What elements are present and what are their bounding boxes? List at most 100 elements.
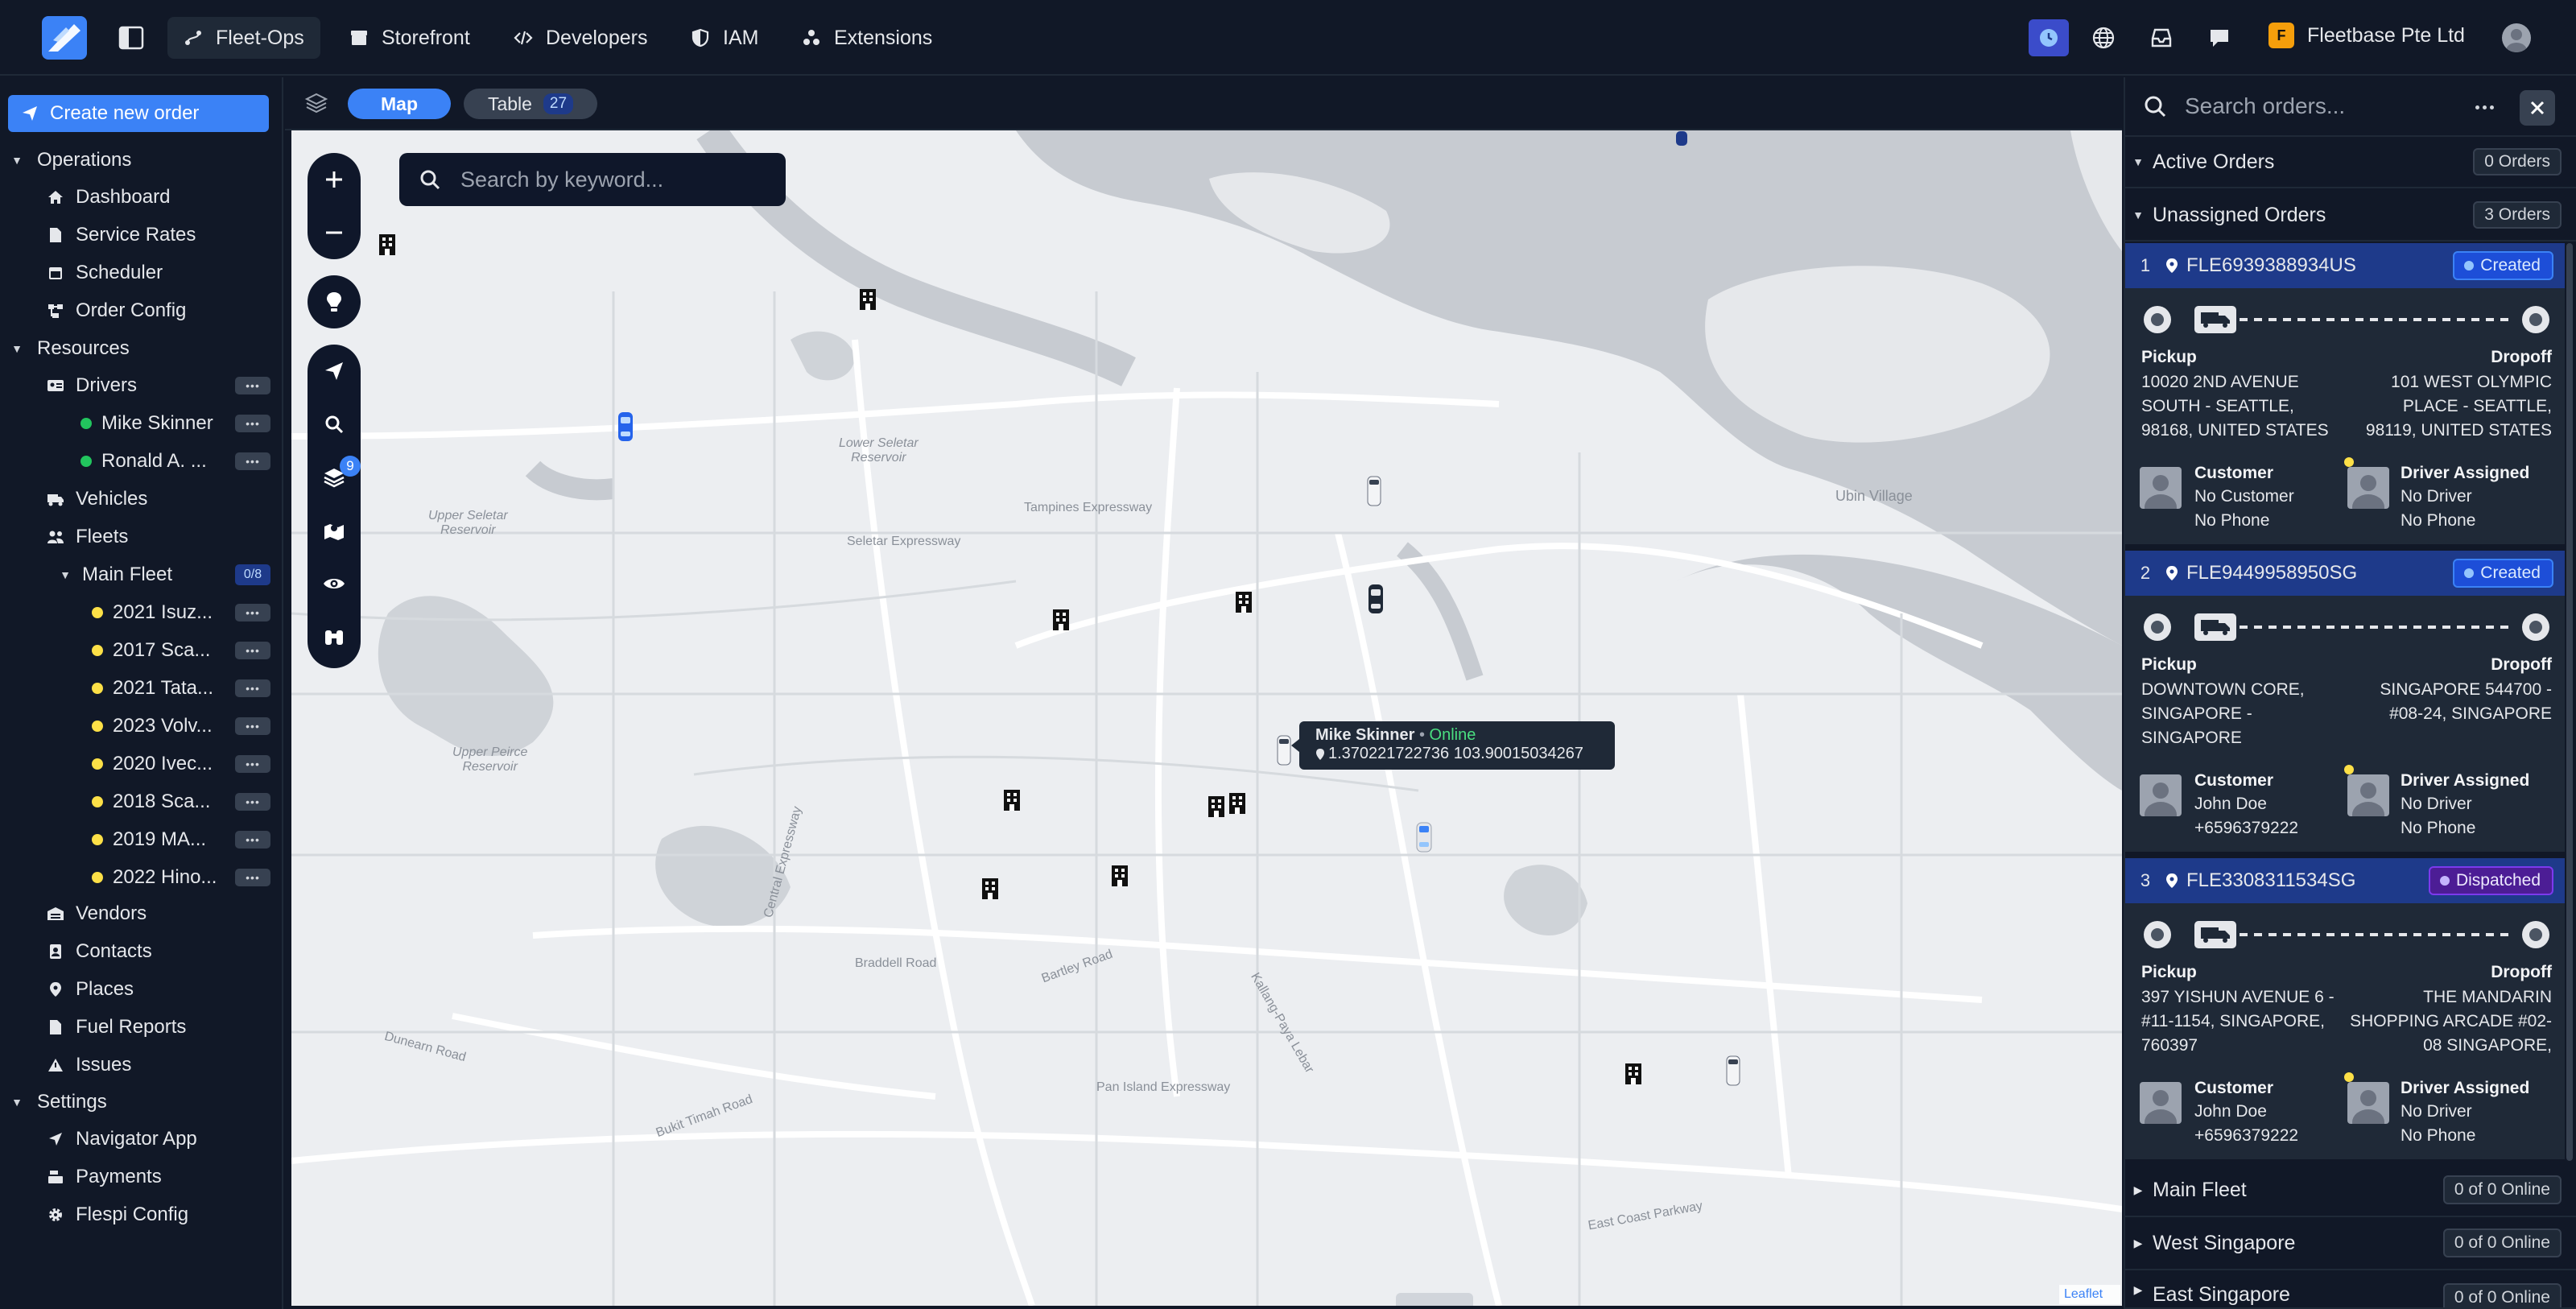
sidebar-item-places[interactable]: Places xyxy=(0,973,283,1005)
more-options-button[interactable]: ••• xyxy=(235,415,270,432)
send-location-button[interactable] xyxy=(308,345,361,398)
sidebar-item-vendors[interactable]: Vendors xyxy=(0,898,283,930)
sidebar-item-flespi-config[interactable]: Flespi Config xyxy=(0,1199,283,1231)
resize-handle[interactable] xyxy=(1396,1293,1473,1306)
place-marker-icon[interactable] xyxy=(1235,591,1253,619)
map-layers-button[interactable]: 9 xyxy=(308,451,361,504)
nav-tab-extensions[interactable]: Extensions xyxy=(786,17,948,59)
vehicle-marker-icon[interactable] xyxy=(1367,583,1385,621)
globe-icon[interactable] xyxy=(2088,23,2119,53)
more-options-button[interactable]: ••• xyxy=(235,717,270,735)
map-regions-button[interactable] xyxy=(308,504,361,557)
fleet-row-west-singapore[interactable]: ▶ West Singapore 0 of 0 Online xyxy=(2124,1217,2576,1270)
close-panel-button[interactable] xyxy=(2520,90,2555,126)
sidebar-item-order-config[interactable]: Order Config xyxy=(0,295,283,327)
sidebar-item-vehicle[interactable]: 2018 Sca... ••• xyxy=(0,786,283,818)
sidebar-item-navigator-app[interactable]: Navigator App xyxy=(0,1123,283,1155)
fleet-row-main-fleet[interactable]: ▶ Main Fleet 0 of 0 Online xyxy=(2124,1164,2576,1217)
vehicle-marker-icon[interactable] xyxy=(1415,821,1433,859)
more-options-button[interactable]: ••• xyxy=(235,793,270,811)
vehicle-marker-icon[interactable] xyxy=(1365,475,1383,513)
sidebar-item-driver[interactable]: Mike Skinner ••• xyxy=(0,407,283,440)
layers-icon[interactable] xyxy=(304,91,335,117)
more-options-button[interactable]: ••• xyxy=(235,452,270,470)
order-id-link[interactable]: FLE9449958950SG xyxy=(2186,562,2357,584)
nav-tab-iam[interactable]: IAM xyxy=(675,17,774,59)
place-marker-icon[interactable] xyxy=(1208,795,1225,824)
vehicle-marker-icon[interactable] xyxy=(1275,734,1293,772)
organization-switcher[interactable]: F Fleetbase Pte Ltd xyxy=(2268,23,2465,48)
orders-search-input[interactable] xyxy=(2185,93,2475,119)
vehicle-marker-icon[interactable] xyxy=(1724,1055,1742,1092)
sidebar-item-drivers[interactable]: Drivers ••• xyxy=(0,370,283,402)
sidebar-item-vehicle[interactable]: 2021 Tata... ••• xyxy=(0,672,283,704)
place-marker-icon[interactable] xyxy=(981,877,999,906)
map-visibility-button[interactable] xyxy=(308,557,361,610)
sidebar-item-vehicle[interactable]: 2022 Hino... ••• xyxy=(0,861,283,894)
place-marker-icon[interactable] xyxy=(1624,1063,1642,1091)
sidebar-item-scheduler[interactable]: Scheduler xyxy=(0,257,283,289)
fleetbase-logo-icon[interactable] xyxy=(42,16,87,60)
unassigned-orders-header[interactable]: ▼ Unassigned Orders 3 Orders xyxy=(2124,190,2576,242)
sidebar-item-vehicle[interactable]: 2020 Ivec... ••• xyxy=(0,748,283,780)
sidebar-item-dashboard[interactable]: Dashboard xyxy=(0,181,283,213)
sidebar-item-main-fleet[interactable]: ▼ Main Fleet 0/8 xyxy=(0,559,283,591)
zoom-in-button[interactable] xyxy=(308,153,361,206)
panel-scrollbar[interactable] xyxy=(2566,243,2573,1161)
sidebar-item-vehicle[interactable]: 2019 MA... ••• xyxy=(0,824,283,856)
clock-icon[interactable] xyxy=(2029,19,2069,56)
sidebar-item-vehicle[interactable]: 2017 Sca... ••• xyxy=(0,634,283,667)
sidebar-item-vehicle[interactable]: 2021 Isuz... ••• xyxy=(0,597,283,629)
fleet-row-east-singapore[interactable]: ▶ East Singapore 0 of 0 Online xyxy=(2124,1270,2576,1309)
sidebar-section-resources[interactable]: ▼ Resources xyxy=(8,332,291,365)
map-canvas[interactable]: Lower Seletar Reservoir Upper Seletar Re… xyxy=(291,130,2122,1306)
place-marker-icon[interactable] xyxy=(1228,792,1246,820)
sidebar-item-driver[interactable]: Ronald A. ... ••• xyxy=(0,445,283,477)
more-options-button[interactable]: ••• xyxy=(235,869,270,886)
more-options-button[interactable]: ••• xyxy=(235,755,270,773)
sidebar-item-vehicles[interactable]: Vehicles xyxy=(0,483,283,515)
sidebar-item-service-rates[interactable]: Service Rates xyxy=(0,219,283,251)
place-marker-icon[interactable] xyxy=(1003,789,1021,817)
nav-tab-storefront[interactable]: Storefront xyxy=(333,17,486,59)
sidebar-item-payments[interactable]: Payments xyxy=(0,1161,283,1193)
more-options-button[interactable]: ••• xyxy=(235,679,270,697)
view-toggle-map[interactable]: Map xyxy=(348,89,451,119)
zoom-out-button[interactable] xyxy=(308,206,361,259)
order-id-link[interactable]: FLE3308311534SG xyxy=(2186,869,2355,892)
more-options-button[interactable]: ••• xyxy=(235,642,270,659)
more-options-button[interactable]: ••• xyxy=(235,831,270,849)
map-keyword-search[interactable] xyxy=(399,153,786,206)
more-options-button[interactable]: ••• xyxy=(235,604,270,621)
map-attribution-link[interactable]: Leaflet xyxy=(2059,1285,2120,1304)
lightbulb-button[interactable] xyxy=(308,275,361,328)
chat-icon[interactable] xyxy=(2204,23,2235,53)
user-avatar[interactable] xyxy=(2502,23,2531,52)
view-toggle-table[interactable]: Table 27 xyxy=(464,89,597,119)
map-search-input[interactable] xyxy=(460,167,782,192)
place-marker-icon[interactable] xyxy=(1111,865,1129,893)
place-marker-icon[interactable] xyxy=(859,288,877,316)
order-card[interactable]: 2 FLE9449958950SG Created Pickup Dropoff… xyxy=(2125,551,2565,853)
place-marker-icon[interactable] xyxy=(378,233,396,262)
more-options-icon[interactable] xyxy=(2470,95,2499,119)
order-card[interactable]: 1 FLE6939388934US Created Pickup Dropoff… xyxy=(2125,243,2565,546)
sidebar-section-settings[interactable]: ▼ Settings xyxy=(8,1086,291,1118)
active-orders-header[interactable]: ▼ Active Orders 0 Orders xyxy=(2124,137,2576,188)
nav-tab-fleet-ops[interactable]: Fleet-Ops xyxy=(167,17,320,59)
map-search-button[interactable] xyxy=(308,398,361,451)
sidebar-item-vehicle[interactable]: 2023 Volv... ••• xyxy=(0,710,283,742)
create-new-order-button[interactable]: Create new order xyxy=(8,95,269,132)
order-card[interactable]: 3 FLE3308311534SG Dispatched Pickup Drop… xyxy=(2125,858,2565,1161)
sidebar-section-operations[interactable]: ▼ Operations xyxy=(8,144,291,176)
place-marker-icon[interactable] xyxy=(1052,609,1070,637)
order-id-link[interactable]: FLE6939388934US xyxy=(2186,254,2356,277)
inbox-icon[interactable] xyxy=(2146,23,2177,53)
sidebar-toggle-icon[interactable] xyxy=(116,23,147,53)
sidebar-item-fleets[interactable]: Fleets xyxy=(0,521,283,553)
map-binoculars-button[interactable] xyxy=(308,610,361,663)
sidebar-item-contacts[interactable]: Contacts xyxy=(0,935,283,968)
nav-tab-developers[interactable]: Developers xyxy=(497,17,663,59)
more-options-button[interactable]: ••• xyxy=(235,377,270,394)
vehicle-marker-icon[interactable] xyxy=(1674,130,1689,153)
